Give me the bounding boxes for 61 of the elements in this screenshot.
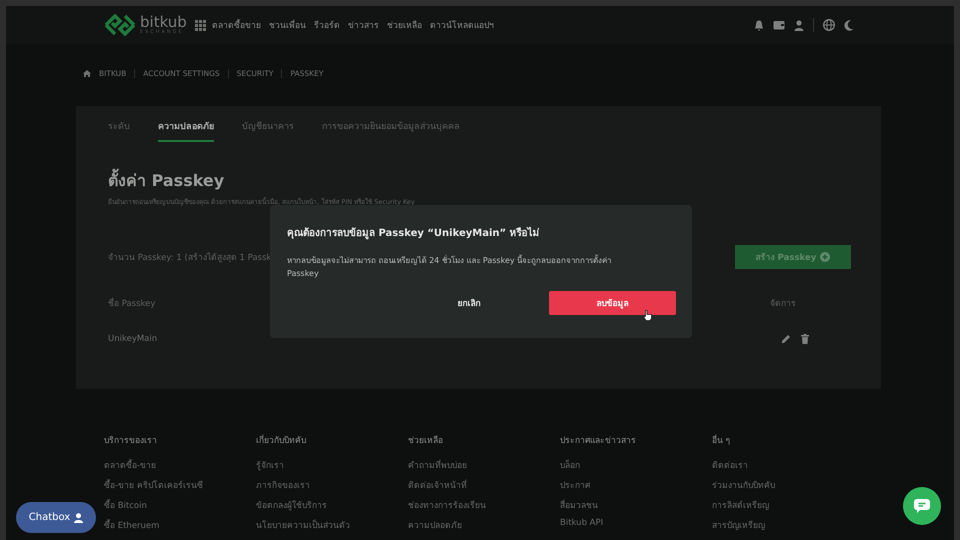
footer-link[interactable]: ซื้อ-ขาย คริปโตเคอร์เรนซี <box>104 478 256 492</box>
footer-link[interactable]: นโยบายความเป็นส่วนตัว <box>256 518 408 532</box>
footer-heading: ประกาศและข่าวสาร <box>560 435 637 447</box>
column-header: จัดการ <box>770 298 796 310</box>
footer-heading: เกี่ยวกับบิทคับ <box>256 433 307 447</box>
footer-link[interactable]: บล็อก <box>560 458 712 472</box>
home-icon[interactable] <box>83 70 91 76</box>
trash-icon[interactable] <box>801 334 809 344</box>
footer-link[interactable]: ความปลอดภัย <box>408 518 560 532</box>
footer-link[interactable]: ซื้อ Etheruem <box>104 518 256 532</box>
pencil-icon[interactable] <box>781 334 791 344</box>
footer-link[interactable]: ข้อตกลงผู้ใช้บริการ <box>256 498 408 512</box>
dialog-title: คุณต้องการลบข้อมูล Passkey “UnikeyMain” หรือไม่ <box>287 226 541 240</box>
settings-tab[interactable]: ระดับ <box>108 114 130 142</box>
speech-bubble-icon <box>914 499 930 513</box>
footer-link[interactable]: ติดต่อเรา <box>712 458 864 472</box>
settings-tab[interactable]: ความปลอดภัย <box>158 114 214 142</box>
footer-heading: อื่น ๆ <box>712 433 732 447</box>
footer-link[interactable]: สื่อมวลชน <box>560 498 712 512</box>
footer-link[interactable]: Bitkub API <box>560 518 712 528</box>
footer-link[interactable]: รู้จักเรา <box>256 458 408 472</box>
nav-link[interactable]: ช่วยเหลือ <box>386 18 422 32</box>
passkey-count: จำนวน Passkey: 1 (สร้างได้สูงสุด 1 Passk <box>108 251 272 264</box>
column-header: ชื่อ Passkey <box>108 296 156 310</box>
footer-link[interactable]: ซื้อ Bitcoin <box>104 498 256 512</box>
table-cell: UnikeyMain <box>108 334 158 344</box>
dialog-message: หากลบข้อมูลจะไม่สามารถ ถอนเหรียญได้ 24 ชั่วโมง และ Passkey นี้จะถูกลบออกจากการตั้งค่า Passkey <box>287 254 612 280</box>
hand-cursor-icon <box>643 310 652 321</box>
logo-wordmark: bitkub <box>140 15 187 30</box>
user-icon <box>74 512 84 522</box>
footer-link[interactable]: ตลาดซื้อ-ขาย <box>104 458 256 472</box>
plus-circle-icon <box>820 252 830 262</box>
nav-link[interactable]: ข่าวสาร <box>348 18 379 32</box>
chatbox-button[interactable]: Chatbox <box>16 502 96 533</box>
nav-link[interactable]: ตลาดซื้อขาย <box>212 18 261 32</box>
footer-link[interactable]: การลิสต์เหรียญ <box>712 498 864 512</box>
nav-link[interactable]: ชวนเพื่อน <box>268 18 306 32</box>
moon-icon[interactable] <box>844 20 854 30</box>
settings-tab[interactable]: การขอความยินยอมข้อมูลส่วนบุคคล <box>322 114 460 142</box>
nav-link[interactable]: รีวอร์ด <box>314 18 340 32</box>
globe-icon[interactable] <box>823 19 835 31</box>
footer-link[interactable]: ช่องทางการร้องเรียน <box>408 498 560 512</box>
footer-link[interactable]: ประกาศ <box>560 478 712 492</box>
footer-link[interactable]: ภารกิจของเรา <box>256 478 408 492</box>
user-icon[interactable] <box>794 20 804 30</box>
chat-button[interactable] <box>903 487 941 525</box>
grid-menu-icon[interactable] <box>194 20 206 30</box>
wallet-icon[interactable] <box>773 20 785 30</box>
create-passkey-button[interactable]: สร้าง Passkey <box>735 245 851 269</box>
footer-link[interactable]: ติดต่อเจ้าหน้าที่ <box>408 478 560 492</box>
logo-icon[interactable] <box>104 14 136 36</box>
nav-link[interactable]: ดาวน์โหลดแอปฯ <box>430 18 494 32</box>
bell-icon[interactable] <box>754 20 764 30</box>
footer-heading: บริการของเรา <box>104 435 158 447</box>
footer-link[interactable]: ร่วมงานกับบิทคับ <box>712 478 864 492</box>
page-title: ตั้งค่า Passkey <box>108 168 881 193</box>
settings-tab[interactable]: บัญชีธนาคาร <box>242 114 294 142</box>
footer-heading: ช่วยเหลือ <box>408 434 444 447</box>
footer-link[interactable]: คำถามที่พบบ่อย <box>408 458 560 472</box>
cancel-button[interactable]: ยกเลิก <box>389 291 549 315</box>
footer-link[interactable]: สารบัญเหรียญ <box>712 518 864 532</box>
